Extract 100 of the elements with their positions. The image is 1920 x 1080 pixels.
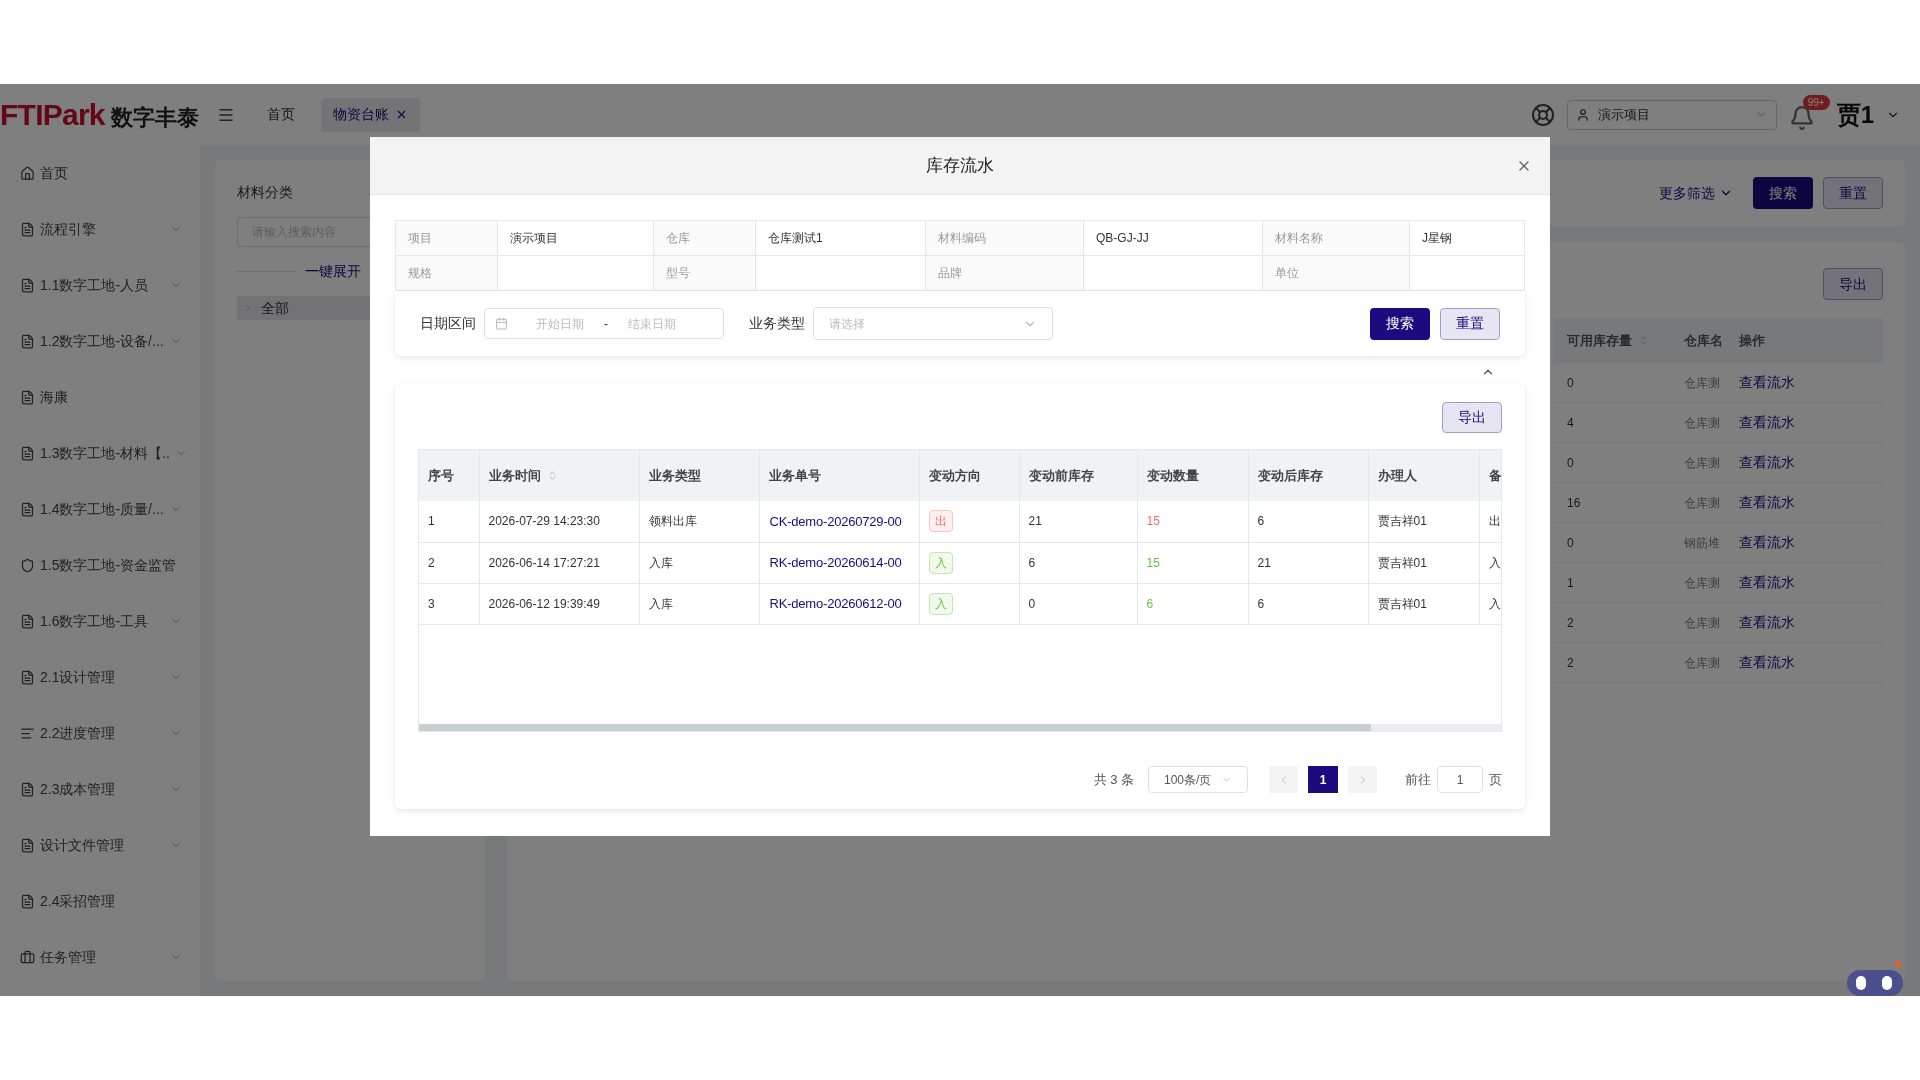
sidebar-item[interactable]: 2.2进度管理 xyxy=(0,705,200,761)
page-size-select[interactable]: 100条/页 xyxy=(1148,766,1248,793)
reset-button[interactable]: 重置 xyxy=(1823,177,1883,209)
document-icon xyxy=(20,837,35,853)
document-icon xyxy=(20,501,35,517)
page-tab[interactable]: 首页 xyxy=(255,97,307,132)
table-cell: 入库 xyxy=(639,583,759,624)
table-cell: 6 xyxy=(1019,542,1137,583)
document-icon xyxy=(20,781,35,797)
view-flow-link[interactable]: 查看流水 xyxy=(1733,532,1795,553)
column-header: 序号 xyxy=(419,450,479,501)
sidebar-item[interactable]: 1.6数字工地-工具 xyxy=(0,593,200,649)
info-label: 型号 xyxy=(654,256,756,291)
table-cell: 入库 xyxy=(639,542,759,583)
table-cell-text: 2 xyxy=(1566,654,1575,672)
sidebar-item[interactable]: 首页 xyxy=(0,145,200,201)
table-cell: 6 xyxy=(1137,583,1248,624)
close-icon[interactable] xyxy=(395,108,408,121)
view-flow-link[interactable]: 查看流水 xyxy=(1733,452,1795,473)
sidebar-item[interactable]: 1.1数字工地-人员 xyxy=(0,257,200,313)
document-icon xyxy=(20,893,35,909)
info-label: 材料名称 xyxy=(1263,221,1410,256)
view-flow-link[interactable]: 查看流水 xyxy=(1733,372,1795,393)
sidebar-item[interactable]: 任务管理 xyxy=(0,929,200,985)
more-filters-link[interactable]: 更多筛选 xyxy=(1659,182,1733,204)
column-header: 仓库名 xyxy=(1683,331,1724,350)
column-header: 变动前库存 xyxy=(1019,450,1137,501)
view-flow-link[interactable]: 查看流水 xyxy=(1733,412,1795,433)
page-tab[interactable]: 物资台账 xyxy=(321,97,420,132)
home-icon xyxy=(20,165,35,181)
column-header: 业务单号 xyxy=(759,450,919,501)
column-header: 备 xyxy=(1479,450,1501,501)
sidebar-item[interactable]: 1.4数字工地-质量/... xyxy=(0,481,200,537)
view-flow-link[interactable]: 查看流水 xyxy=(1733,612,1795,633)
sidebar-item[interactable]: 2.1设计管理 xyxy=(0,649,200,705)
export-button[interactable]: 导出 xyxy=(1442,402,1502,433)
info-label: 材料编码 xyxy=(926,221,1084,256)
bell-icon[interactable] xyxy=(1788,104,1815,131)
search-button[interactable]: 搜索 xyxy=(1370,307,1430,340)
sidebar-item[interactable]: 设计文件管理 xyxy=(0,817,200,873)
table-cell: 入 xyxy=(1479,583,1501,624)
robot-icon[interactable] xyxy=(1844,960,1906,996)
page-input[interactable]: 1 xyxy=(1437,766,1483,793)
table-cell-text: 仓库测 xyxy=(1683,654,1721,672)
column-header: 变动后库存 xyxy=(1248,450,1368,501)
document-icon xyxy=(20,221,35,237)
sidebar-item[interactable]: 1.5数字工地-资金监管 xyxy=(0,537,200,593)
column-header: 可用库存量 xyxy=(1553,330,1678,351)
table-cell-text: 仓库测 xyxy=(1683,614,1721,632)
search-button[interactable]: 搜索 xyxy=(1753,177,1813,209)
user-name[interactable]: 贾1 xyxy=(1836,96,1874,133)
order-number-link[interactable]: RK-demo-20260614-00 xyxy=(769,554,902,570)
view-flow-link[interactable]: 查看流水 xyxy=(1733,492,1795,513)
sidebar-item[interactable]: 海康 xyxy=(0,369,200,425)
project-select[interactable]: 演示项目 xyxy=(1566,99,1777,130)
user-icon xyxy=(1575,107,1590,122)
sidebar-item[interactable]: 流程引擎 xyxy=(0,201,200,257)
sidebar-item[interactable]: 2.3成本管理 xyxy=(0,761,200,817)
sidebar-item[interactable]: 2.4采招管理 xyxy=(0,873,200,929)
table-cell: 贾吉祥01 xyxy=(1368,583,1479,624)
view-flow-link[interactable]: 查看流水 xyxy=(1733,572,1795,593)
sidebar-item[interactable]: 1.3数字工地-材料【.. xyxy=(0,425,200,481)
direction-tag: 入 xyxy=(928,551,953,574)
column-header: 办理人 xyxy=(1368,450,1479,501)
briefcase-icon xyxy=(20,949,35,965)
document-icon xyxy=(20,669,35,685)
table-cell-text: 仓库测 xyxy=(1683,414,1721,432)
table-cell: 0 xyxy=(1019,583,1137,624)
info-label: 项目 xyxy=(396,221,498,256)
reset-button[interactable]: 重置 xyxy=(1440,307,1500,340)
column-header: 业务类型 xyxy=(639,450,759,501)
goto-label: 前往 xyxy=(1405,770,1431,789)
help-icon[interactable] xyxy=(1530,102,1555,127)
info-label: 品牌 xyxy=(926,256,1084,291)
order-number-link[interactable]: CK-demo-20260729-00 xyxy=(769,513,902,529)
table-cell: 21 xyxy=(1248,542,1368,583)
table-cell-text: 1 xyxy=(1566,574,1575,592)
export-button[interactable]: 导出 xyxy=(1823,268,1883,300)
document-icon xyxy=(20,389,35,405)
field-label: 业务类型 xyxy=(749,314,805,333)
date-range-field[interactable]: 开始日期 - 结束日期 xyxy=(484,308,724,339)
document-icon xyxy=(20,333,35,349)
page-button[interactable]: 1 xyxy=(1308,766,1338,793)
sidebar-item[interactable]: 1.2数字工地-设备/... xyxy=(0,313,200,369)
table-cell: 6 xyxy=(1248,501,1368,542)
table-cell-text: 16 xyxy=(1566,494,1582,512)
table-cell: 15 xyxy=(1137,501,1248,542)
table-cell: 贾吉祥01 xyxy=(1368,501,1479,542)
view-flow-link[interactable]: 查看流水 xyxy=(1733,652,1795,673)
table-cell: 6 xyxy=(1248,583,1368,624)
table-cell: 2026-06-12 19:39:49 xyxy=(479,583,639,624)
table-cell-text: 2 xyxy=(1566,614,1575,632)
table-cell-text: 仓库测 xyxy=(1683,454,1721,472)
scrollbar[interactable] xyxy=(419,724,1372,731)
panel-title: 材料分类 xyxy=(237,183,294,202)
order-number-link[interactable]: RK-demo-20260612-00 xyxy=(769,595,902,611)
expand-all-link[interactable]: 一键展开 xyxy=(305,261,361,282)
document-icon xyxy=(20,613,35,629)
column-header: 操作 xyxy=(1738,331,1765,350)
table-cell: 入 xyxy=(1479,542,1501,583)
